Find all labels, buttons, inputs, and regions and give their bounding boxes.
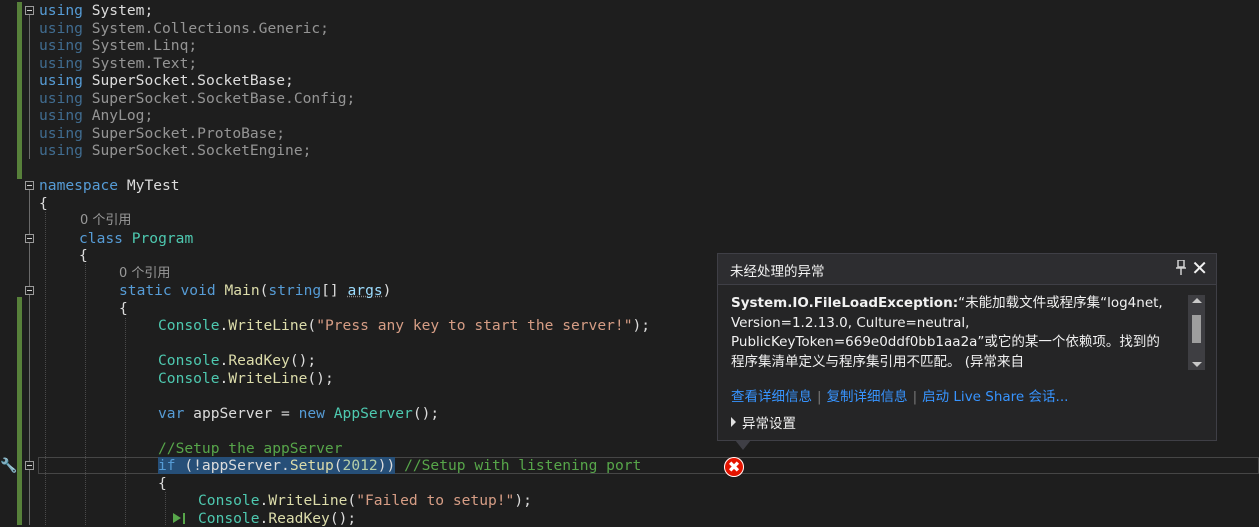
code-line: using System.Collections.Generic; (39, 20, 329, 37)
exception-settings-toggle[interactable]: 异常设置 (731, 412, 796, 432)
indent-guide (125, 318, 126, 525)
code-line: using System.Text; (39, 55, 198, 72)
code-line: Console.WriteLine("Failed to setup!"); (198, 492, 532, 509)
collapse-namespace-icon[interactable] (25, 181, 34, 190)
code-line: Console.ReadKey(); (198, 510, 357, 527)
indent-guide (165, 492, 166, 525)
code-line: //Setup the appServer (158, 440, 343, 457)
indent-guide (45, 212, 46, 525)
expand-arrow-icon (731, 417, 736, 427)
code-line: static void Main(string[] args) (119, 282, 392, 299)
scroll-thumb[interactable] (1192, 315, 1201, 343)
code-line: using SuperSocket.SocketBase; (39, 72, 294, 89)
message-scrollbar[interactable] (1188, 295, 1205, 370)
code-line: using SuperSocket.ProtoBase; (39, 125, 286, 142)
code-line: { (39, 195, 48, 212)
exception-helper-popup: 未经处理的异常 ✕ System.IO.FileLoadException:“未… (717, 253, 1217, 441)
popup-pointer (735, 440, 751, 450)
code-line: class Program (79, 230, 194, 247)
change-bar (17, 297, 22, 525)
error-icon[interactable]: ✖ (724, 457, 744, 477)
pin-icon[interactable] (1176, 259, 1186, 279)
collapse-if-icon[interactable] (25, 461, 34, 470)
scroll-down-icon[interactable] (1192, 362, 1202, 367)
code-line: using SuperSocket.SocketBase.Config; (39, 90, 356, 107)
code-line: Console.WriteLine("Press any key to star… (158, 317, 651, 334)
scroll-up-icon[interactable] (1192, 298, 1202, 303)
start-live-share-link[interactable]: 启动 Live Share 会话... (922, 389, 1068, 405)
codelens-references[interactable]: 0 个引用 (119, 266, 170, 281)
exception-message: System.IO.FileLoadException:“未能加载文件或程序集“… (731, 294, 1171, 372)
code-line: { (158, 475, 167, 492)
exception-type: System.IO.FileLoadException: (731, 295, 959, 311)
code-line: var appServer = new AppServer(); (158, 405, 440, 422)
popup-links: 查看详细信息 | 复制详细信息 | 启动 Live Share 会话... (731, 389, 1069, 405)
copy-details-link[interactable]: 复制详细信息 (827, 389, 908, 405)
code-line: using AnyLog; (39, 107, 154, 124)
fold-guide (29, 15, 30, 159)
popup-title: 未经处理的异常 (730, 264, 825, 280)
code-line: using SuperSocket.SocketEngine; (39, 142, 312, 159)
next-statement-arrow-icon[interactable] (173, 513, 181, 523)
codelens-references[interactable]: 0 个引用 (80, 213, 131, 228)
code-line: using System; (39, 2, 154, 19)
code-line-current: if (!appServer.Setup(2012)) //Setup with… (158, 457, 642, 474)
change-bar (17, 2, 22, 179)
code-line: using System.Linq; (39, 37, 198, 54)
collapse-method-icon[interactable] (25, 286, 34, 295)
code-line: Console.WriteLine(); (158, 370, 334, 387)
code-line: { (119, 300, 128, 317)
collapse-class-icon[interactable] (25, 234, 34, 243)
code-line: Console.ReadKey(); (158, 352, 317, 369)
close-icon[interactable]: ✕ (1191, 256, 1208, 280)
code-line: namespace MyTest (39, 177, 180, 194)
code-line: { (79, 247, 88, 264)
indent-guide (85, 264, 86, 525)
popup-header: 未经处理的异常 ✕ (718, 254, 1216, 285)
quick-action-wrench-icon[interactable]: 🔧 (0, 458, 17, 474)
view-details-link[interactable]: 查看详细信息 (731, 389, 812, 405)
collapse-usings-icon[interactable] (25, 6, 34, 15)
next-statement-bar (183, 513, 185, 524)
